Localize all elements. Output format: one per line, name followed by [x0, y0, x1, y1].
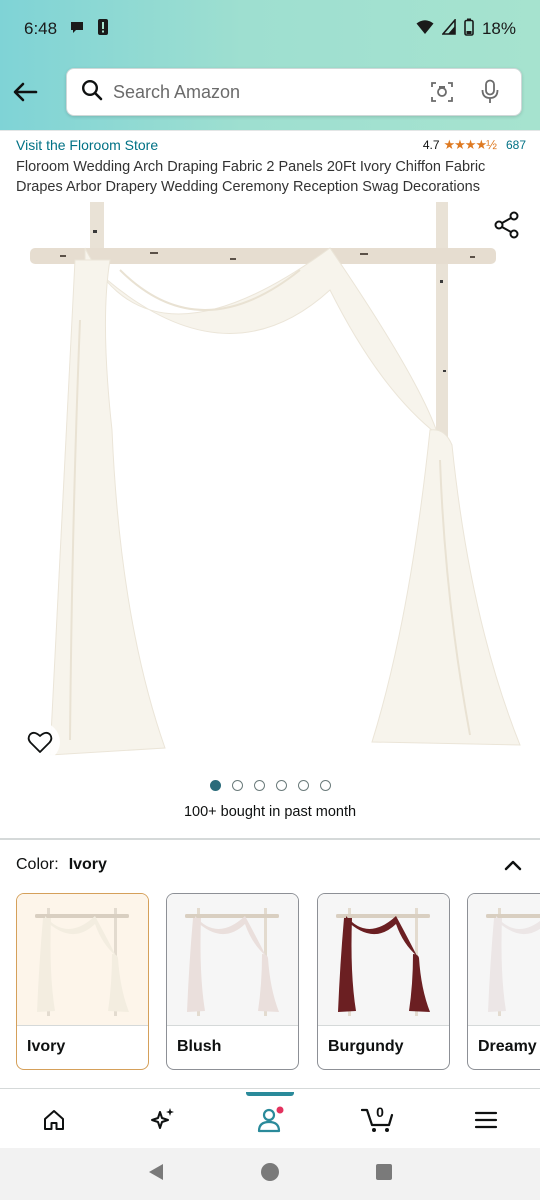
swatch-label: Burgundy	[328, 1038, 404, 1055]
circle-home-icon	[260, 1162, 279, 1181]
home-icon	[44, 1110, 64, 1130]
voice-search-button[interactable]	[473, 75, 507, 109]
header-divider	[0, 130, 540, 131]
image-carousel-indicator	[0, 780, 540, 791]
chevron-up-icon	[504, 860, 522, 871]
product-title: Floroom Wedding Arch Draping Fabric 2 Pa…	[16, 159, 486, 195]
review-count: 687	[505, 138, 526, 152]
wifi-icon	[416, 19, 434, 40]
system-back-button[interactable]	[147, 1162, 165, 1187]
swatch-label: Blush	[177, 1038, 222, 1055]
search-header	[0, 66, 540, 118]
collapse-button[interactable]	[502, 854, 524, 876]
swatch-thumbnail	[318, 894, 449, 1026]
system-home-button[interactable]	[260, 1162, 280, 1187]
swatch-thumbnail	[17, 894, 148, 1026]
rating-stars: ★★★★½	[443, 137, 497, 152]
carousel-dot[interactable]	[275, 780, 287, 791]
store-link[interactable]: Visit the Floroom Store	[16, 137, 158, 153]
bought-in-past-month: 100+ bought in past month	[183, 804, 357, 820]
battery-icon	[464, 18, 474, 41]
triangle-back-icon	[149, 1163, 164, 1180]
nav-account[interactable]	[216, 1092, 324, 1148]
rating-summary[interactable]: 4.7 ★★★★½ 687	[423, 137, 526, 153]
status-bar: 6:48 18%	[0, 0, 540, 58]
square-recents-icon	[375, 1163, 392, 1180]
camera-scan-icon	[431, 82, 453, 102]
status-time: 6:48	[24, 19, 58, 38]
carousel-dot[interactable]	[319, 780, 331, 791]
back-button[interactable]	[0, 66, 50, 118]
microphone-icon	[481, 79, 499, 103]
color-swatch-ivory[interactable]: Ivory	[16, 893, 149, 1070]
nav-home[interactable]	[0, 1092, 108, 1148]
carousel-dot[interactable]	[253, 780, 265, 791]
color-label: Color:	[16, 856, 59, 873]
share-icon	[494, 211, 519, 239]
section-divider	[0, 838, 540, 840]
chat-notification-icon	[69, 19, 85, 40]
search-bar[interactable]	[66, 68, 522, 116]
cart-count: 0	[376, 1104, 384, 1120]
system-navigation-bar	[0, 1148, 540, 1200]
wishlist-button[interactable]	[20, 722, 60, 762]
swatch-thumbnail	[167, 894, 298, 1026]
back-arrow-icon	[13, 82, 38, 102]
product-image[interactable]	[0, 200, 540, 765]
bottom-nav-divider	[0, 1088, 540, 1089]
color-swatch-dreamy[interactable]: Dreamy	[467, 893, 540, 1070]
swatch-thumbnail	[468, 894, 540, 1026]
color-swatch-burgundy[interactable]: Burgundy	[317, 893, 450, 1070]
rating-value: 4.7	[422, 138, 440, 152]
color-swatch-list: Ivory Blush Burgundy Dreamy	[16, 893, 540, 1071]
search-input[interactable]	[113, 81, 411, 103]
carousel-dot[interactable]	[209, 780, 221, 791]
nav-menu[interactable]	[432, 1092, 540, 1148]
battery-percent: 18%	[481, 19, 516, 38]
camera-search-button[interactable]	[425, 75, 459, 109]
carousel-dot[interactable]	[231, 780, 243, 791]
color-swatch-blush[interactable]: Blush	[166, 893, 299, 1070]
share-button[interactable]	[492, 210, 522, 240]
sparkle-icon	[151, 1108, 174, 1129]
carousel-dot[interactable]	[297, 780, 309, 791]
search-icon	[81, 79, 103, 106]
account-icon	[257, 1106, 284, 1133]
nav-cart[interactable]: 0	[324, 1092, 432, 1148]
nav-ai-assistant[interactable]	[108, 1092, 216, 1148]
hamburger-menu-icon	[474, 1111, 498, 1129]
system-recents-button[interactable]	[375, 1163, 393, 1186]
bottom-navigation: 0	[0, 1092, 540, 1148]
swatch-label: Dreamy	[478, 1038, 537, 1055]
alert-notification-icon	[97, 18, 109, 41]
selected-color: Ivory	[68, 856, 107, 873]
cell-signal-icon	[441, 17, 456, 40]
store-rating-row: Visit the Floroom Store 4.7 ★★★★½ 687	[16, 137, 526, 153]
color-selector-header[interactable]: Color: Ivory	[16, 854, 524, 876]
heart-icon	[27, 731, 53, 753]
swatch-label: Ivory	[27, 1038, 66, 1055]
